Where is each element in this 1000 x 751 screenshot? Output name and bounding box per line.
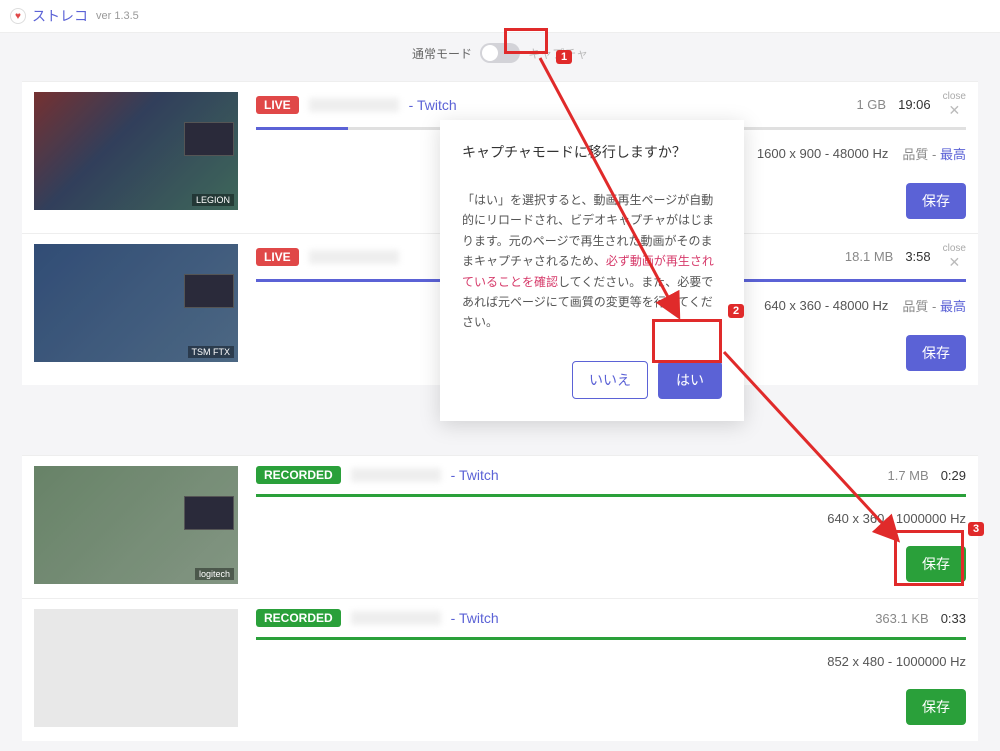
resolution: 640 x 360 - 1000000 Hz xyxy=(827,511,966,526)
stream-source: - Twitch xyxy=(451,467,499,483)
dialog-yes-button[interactable]: はい xyxy=(658,361,722,399)
mode-capture-label: キャプチャ xyxy=(528,45,588,62)
stream-source: - Twitch xyxy=(451,610,499,626)
duration: 3:58 xyxy=(905,249,930,264)
save-button[interactable]: 保存 xyxy=(906,335,966,371)
file-size: 363.1 KB xyxy=(875,611,929,626)
quality-link[interactable]: 最高 xyxy=(940,299,966,314)
capture-mode-dialog: キャプチャモードに移行しますか？ 「はい」を選択すると、動画再生ページが自動的に… xyxy=(440,120,744,421)
save-button[interactable]: 保存 xyxy=(906,689,966,725)
duration: 0:33 xyxy=(941,611,966,626)
duration: 19:06 xyxy=(898,97,931,112)
heart-icon: ♥ xyxy=(10,8,26,24)
progress-bar xyxy=(256,494,966,497)
close-icon: ✕ xyxy=(943,255,966,269)
progress-bar xyxy=(256,637,966,640)
app-title: ストレコ xyxy=(32,6,88,26)
thumbnail[interactable] xyxy=(34,609,238,727)
quality-label: 品質 - 最高 xyxy=(902,144,966,163)
mode-normal-label: 通常モード xyxy=(412,45,472,62)
close-button[interactable]: close✕ xyxy=(943,92,966,117)
thumbnail[interactable]: logitech xyxy=(34,466,238,584)
live-badge: LIVE xyxy=(256,248,299,266)
quality-label: 品質 - 最高 xyxy=(902,296,966,315)
duration: 0:29 xyxy=(941,468,966,483)
file-size: 1.7 MB xyxy=(888,468,929,483)
save-button[interactable]: 保存 xyxy=(906,546,966,582)
thumbnail[interactable]: TSM FTX xyxy=(34,244,238,362)
live-badge: LIVE xyxy=(256,96,299,114)
quality-link[interactable]: 最高 xyxy=(940,147,966,162)
resolution: 640 x 360 - 48000 Hz xyxy=(764,298,888,313)
close-button[interactable]: close✕ xyxy=(943,244,966,269)
stream-card: logitech RECORDED - Twitch 1.7 MB 0:29 6… xyxy=(22,455,978,741)
stream-title xyxy=(351,468,441,482)
version-label: ver 1.3.5 xyxy=(96,10,139,22)
stream-title xyxy=(351,611,441,625)
mode-toggle-row: 通常モード キャプチャ xyxy=(0,33,1000,81)
file-size: 18.1 MB xyxy=(845,249,893,264)
dialog-body: 「はい」を選択すると、動画再生ページが自動的にリロードされ、ビデオキャプチャがは… xyxy=(462,190,722,333)
recorded-badge: RECORDED xyxy=(256,466,341,484)
app-header: ♥ ストレコ ver 1.3.5 xyxy=(0,0,1000,33)
resolution: 852 x 480 - 1000000 Hz xyxy=(827,654,966,669)
recorded-badge: RECORDED xyxy=(256,609,341,627)
file-size: 1 GB xyxy=(856,97,886,112)
mode-toggle[interactable] xyxy=(480,43,520,63)
dialog-title: キャプチャモードに移行しますか？ xyxy=(462,142,722,162)
stream-title xyxy=(309,98,399,112)
stream-source: - Twitch xyxy=(409,97,457,113)
resolution: 1600 x 900 - 48000 Hz xyxy=(757,146,889,161)
dialog-no-button[interactable]: いいえ xyxy=(572,361,648,399)
stream-title xyxy=(309,250,399,264)
thumbnail[interactable]: LEGION xyxy=(34,92,238,210)
close-icon: ✕ xyxy=(943,103,966,117)
save-button[interactable]: 保存 xyxy=(906,183,966,219)
